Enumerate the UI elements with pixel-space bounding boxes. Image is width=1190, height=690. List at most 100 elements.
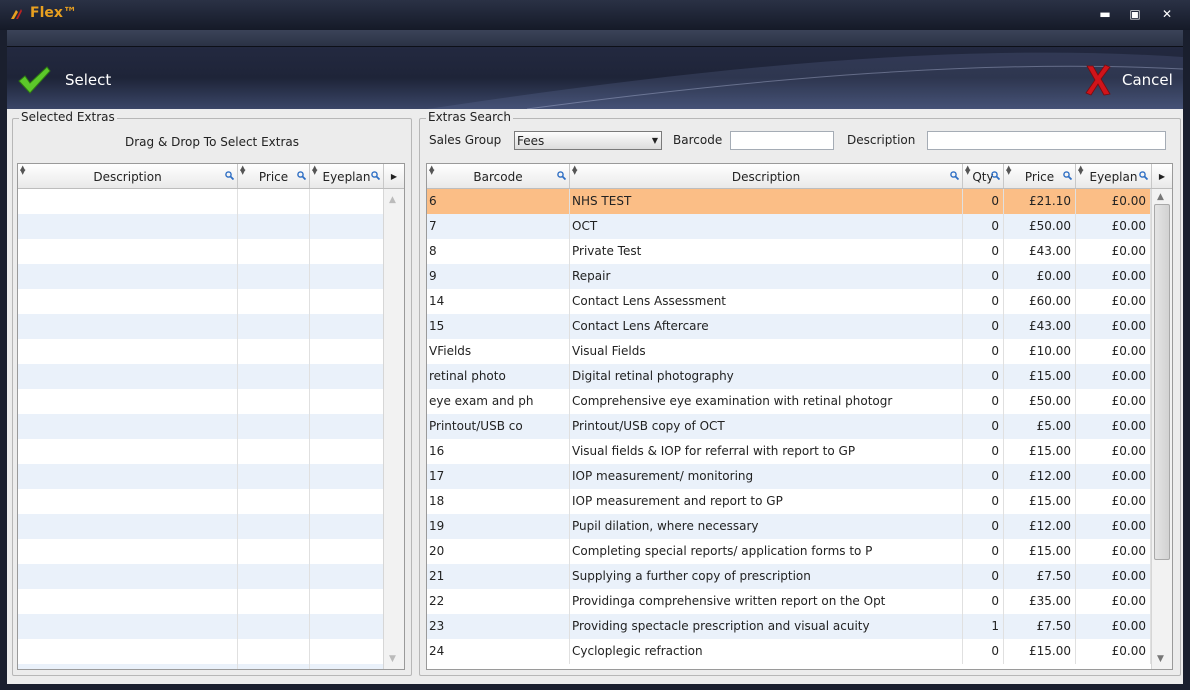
extras-search-grid[interactable]: ▲ ▼ Barcode ▲ ▼ Description ▲ ▼ Qty ▲ ▼ Pric… <box>426 163 1173 670</box>
table-row[interactable]: 22 Providinga comprehensive written repor… <box>427 589 1151 614</box>
table-row[interactable]: 8 Private Test 0 £43.00 £0.00 <box>427 239 1151 264</box>
cell-qty: 0 <box>963 239 1004 264</box>
sales-group-select[interactable]: Fees ▼ <box>514 131 662 150</box>
search-icon[interactable] <box>557 171 566 180</box>
cell-price: £7.50 <box>1004 614 1076 639</box>
scroll-right-icon[interactable]: ▶ <box>1152 164 1172 188</box>
column-header-description[interactable]: ▲ ▼ Description <box>18 164 238 188</box>
sort-icon: ▲ ▼ <box>572 164 578 176</box>
search-icon[interactable] <box>991 171 1000 180</box>
cell-price: £15.00 <box>1004 439 1076 464</box>
cell-eyeplan: £0.00 <box>1076 489 1151 514</box>
cell-description: Contact Lens Assessment <box>570 289 963 314</box>
table-row[interactable]: eye exam and ph Comprehensive eye examina… <box>427 389 1151 414</box>
search-icon[interactable] <box>950 171 959 180</box>
table-row[interactable]: 20 Completing special reports/ applicatio… <box>427 539 1151 564</box>
cell-price: £7.50 <box>1004 564 1076 589</box>
table-row[interactable]: 15 Contact Lens Aftercare 0 £43.00 £0.00 <box>427 314 1151 339</box>
table-row[interactable]: 23 Providing spectacle prescription and v… <box>427 614 1151 639</box>
cell-barcode: eye exam and ph <box>427 389 570 414</box>
cell-price: £15.00 <box>1004 489 1076 514</box>
scroll-right-icon[interactable]: ▶ <box>384 164 404 188</box>
scroll-down-icon[interactable]: ▼ <box>1157 654 1164 664</box>
cell-price: £21.10 <box>1004 189 1076 214</box>
cell-price: £15.00 <box>1004 539 1076 564</box>
cell-barcode: 8 <box>427 239 570 264</box>
empty-row <box>18 489 383 514</box>
description-input[interactable] <box>927 131 1166 150</box>
empty-row <box>18 589 383 614</box>
search-icon[interactable] <box>1139 171 1148 180</box>
cell-description: Repair <box>570 264 963 289</box>
cell-barcode: 14 <box>427 289 570 314</box>
select-label: Select <box>65 71 112 89</box>
scroll-down-icon[interactable]: ▼ <box>389 654 396 664</box>
search-icon[interactable] <box>371 171 380 180</box>
barcode-input[interactable] <box>730 131 834 150</box>
column-header-qty[interactable]: ▲ ▼ Qty <box>963 164 1004 188</box>
column-header-eyeplan[interactable]: ▲ ▼ Eyeplan <box>310 164 384 188</box>
select-button[interactable]: Select <box>17 63 111 97</box>
column-header-description[interactable]: ▲ ▼ Description <box>570 164 963 188</box>
extras-search-group: Extras Search Sales Group Fees ▼ Barcode… <box>419 110 1181 676</box>
flex-logo-icon <box>11 9 22 19</box>
cancel-button[interactable]: Cancel <box>1084 63 1173 97</box>
minimize-icon[interactable]: ▬ <box>1097 6 1113 22</box>
sort-icon: ▲ ▼ <box>240 164 246 176</box>
table-row[interactable]: 9 Repair 0 £0.00 £0.00 <box>427 264 1151 289</box>
table-row[interactable]: 18 IOP measurement and report to GP 0 £15.0… <box>427 489 1151 514</box>
cell-barcode: 15 <box>427 314 570 339</box>
column-divider <box>309 189 310 669</box>
empty-row <box>18 514 383 539</box>
column-header-eyeplan[interactable]: ▲ ▼ Eyeplan <box>1076 164 1152 188</box>
selected-extras-grid[interactable]: ▲▼ Description ▲▼ Price ▲▼ Eyeplan ▶ <box>17 163 405 670</box>
cell-eyeplan: £0.00 <box>1076 414 1151 439</box>
search-icon[interactable] <box>297 171 306 180</box>
maximize-icon[interactable]: ▣ <box>1127 6 1143 22</box>
column-header-barcode[interactable]: ▲ ▼ Barcode <box>427 164 570 188</box>
table-row[interactable]: 24 Cycloplegic refraction 0 £15.00 £0.00 <box>427 639 1151 664</box>
cell-price: £15.00 <box>1004 364 1076 389</box>
search-icon[interactable] <box>225 171 234 180</box>
sales-group-value: Fees <box>517 134 545 148</box>
table-row[interactable]: 14 Contact Lens Assessment 0 £60.00 £0.00 <box>427 289 1151 314</box>
empty-row <box>18 339 383 364</box>
cell-description: NHS TEST <box>570 189 963 214</box>
cell-price: £50.00 <box>1004 389 1076 414</box>
table-row[interactable]: 16 Visual fields & IOP for referral with … <box>427 439 1151 464</box>
selected-extras-title: Selected Extras <box>19 110 117 124</box>
table-row[interactable]: 17 IOP measurement/ monitoring 0 £12.00 £0.0… <box>427 464 1151 489</box>
cell-eyeplan: £0.00 <box>1076 464 1151 489</box>
scroll-up-icon[interactable]: ▲ <box>389 195 396 205</box>
close-icon[interactable]: ✕ <box>1159 6 1175 22</box>
cell-description: IOP measurement and report to GP <box>570 489 963 514</box>
scroll-up-icon[interactable]: ▲ <box>1157 192 1164 202</box>
empty-row <box>18 314 383 339</box>
title-bar: Flex™ ▬ ▣ ✕ <box>0 0 1190 30</box>
table-row[interactable]: 7 OCT 0 £50.00 £0.00 <box>427 214 1151 239</box>
cell-description: Contact Lens Aftercare <box>570 314 963 339</box>
cell-description: Providinga comprehensive written report … <box>570 589 963 614</box>
scrollbar-thumb[interactable] <box>1154 204 1170 560</box>
cell-description: IOP measurement/ monitoring <box>570 464 963 489</box>
column-header-price[interactable]: ▲ ▼ Price <box>238 164 310 188</box>
left-vertical-scrollbar[interactable]: ▲ ▼ <box>383 189 404 669</box>
table-row[interactable]: 21 Supplying a further copy of prescripti… <box>427 564 1151 589</box>
right-vertical-scrollbar[interactable]: ▲ ▼ <box>1151 189 1172 669</box>
cell-eyeplan: £0.00 <box>1076 539 1151 564</box>
search-icon[interactable] <box>1063 171 1072 180</box>
cell-qty: 0 <box>963 639 1004 664</box>
cell-barcode: 17 <box>427 464 570 489</box>
cell-qty: 0 <box>963 439 1004 464</box>
table-row[interactable]: VFields Visual Fields 0 £10.00 £0.00 <box>427 339 1151 364</box>
cell-eyeplan: £0.00 <box>1076 339 1151 364</box>
cell-description: Printout/USB copy of OCT <box>570 414 963 439</box>
cell-price: £43.00 <box>1004 239 1076 264</box>
table-row[interactable]: 6 NHS TEST 0 £21.10 £0.00 <box>427 189 1151 214</box>
column-header-price[interactable]: ▲ ▼ Price <box>1004 164 1076 188</box>
cell-barcode: retinal photo <box>427 364 570 389</box>
table-row[interactable]: Printout/USB co Printout/USB copy of OCT 0… <box>427 414 1151 439</box>
table-row[interactable]: retinal photo Digital retinal photography… <box>427 364 1151 389</box>
table-row[interactable]: 19 Pupil dilation, where necessary 0 £12.00… <box>427 514 1151 539</box>
cell-barcode: VFields <box>427 339 570 364</box>
